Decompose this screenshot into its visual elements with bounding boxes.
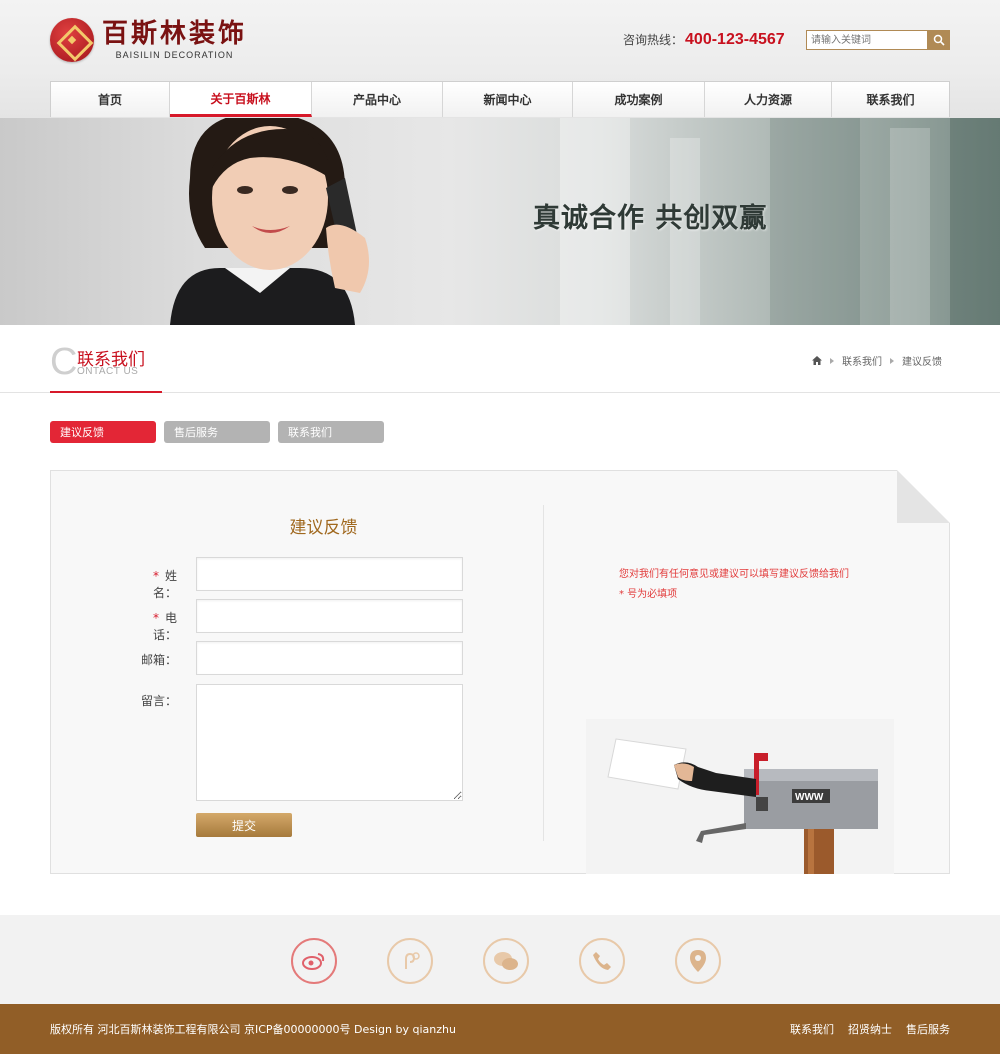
section-c-ornament-icon: C — [50, 341, 78, 383]
required-note: * 号为必填项 — [619, 589, 678, 600]
phone-label: * 电话： — [152, 611, 177, 642]
mailbox-label: WWW — [795, 792, 824, 803]
nav-item-home[interactable]: 首页 — [51, 82, 170, 117]
tab-contact[interactable]: 联系我们 — [278, 421, 384, 443]
submit-button[interactable]: 提交 — [196, 813, 292, 837]
search-icon — [933, 34, 945, 46]
phone-icon[interactable] — [579, 938, 625, 984]
hotline-number: 400-123-4567 — [685, 31, 785, 48]
nav-item-hr[interactable]: 人力资源 — [705, 82, 832, 117]
breadcrumb-arrow-icon — [890, 357, 894, 364]
nav-item-cases[interactable]: 成功案例 — [573, 82, 705, 117]
brand-name-cn: 百斯林装饰 — [102, 19, 248, 49]
tab-after-sales[interactable]: 售后服务 — [164, 421, 270, 443]
mailbox-illustration: WWW — [586, 719, 894, 874]
hotline: 咨询热线： 400-123-4567 — [623, 31, 785, 49]
feedback-panel: 建议反馈 * 姓名： * 电话： 邮箱： 留言： 提交 您对我们有任何意见或建议可以… — [50, 470, 950, 874]
footer-link-after-sales[interactable]: 售后服务 — [906, 1021, 950, 1037]
logo[interactable]: 百斯林装饰 BAISILIN DECORATION — [50, 18, 247, 62]
nav-item-contact[interactable]: 联系我们 — [832, 82, 949, 117]
section-header: C 联系我们 ONTACT US 联系我们 建议反馈 — [0, 325, 1000, 393]
page-fold-corner — [897, 470, 950, 523]
location-icon[interactable] — [675, 938, 721, 984]
site-header: 百斯林装饰 BAISILIN DECORATION 咨询热线： 400-123-… — [0, 0, 1000, 118]
home-icon[interactable] — [812, 356, 822, 365]
banner-slogan: 真诚合作 共创双赢 — [533, 203, 768, 234]
email-field[interactable] — [196, 641, 463, 675]
nav-item-about[interactable]: 关于百斯林 — [170, 82, 312, 117]
name-label: * 姓名： — [152, 569, 177, 600]
footer-links: 联系我们 招贤纳士 售后服务 — [776, 1021, 950, 1037]
form-title: 建议反馈 — [289, 518, 358, 538]
breadcrumb-item-current: 建议反馈 — [902, 357, 942, 368]
phone-field[interactable] — [196, 599, 463, 633]
message-textarea[interactable] — [196, 684, 463, 801]
panel-divider — [543, 505, 544, 841]
search-button[interactable] — [928, 30, 950, 50]
hero-banner: 真诚合作 共创双赢 — [0, 118, 1000, 325]
breadcrumb-arrow-icon — [830, 357, 834, 364]
tab-feedback[interactable]: 建议反馈 — [50, 421, 156, 443]
hotline-label: 咨询热线： — [623, 33, 684, 47]
nav-item-news[interactable]: 新闻中心 — [443, 82, 573, 117]
qq-icon[interactable] — [387, 938, 433, 984]
brand-name-en: BAISILIN DECORATION — [115, 50, 234, 60]
email-label: 邮箱： — [140, 653, 177, 667]
subtabs: 建议反馈 售后服务 联系我们 — [50, 421, 392, 443]
main-nav: 首页 关于百斯林 产品中心 新闻中心 成功案例 人力资源 联系我们 — [50, 81, 950, 117]
search-input[interactable] — [806, 30, 928, 50]
footer-link-careers[interactable]: 招贤纳士 — [848, 1021, 892, 1037]
section-subtitle: ONTACT US — [77, 366, 139, 377]
social-icons-bar — [0, 915, 1000, 1004]
message-label: 留言： — [140, 694, 177, 708]
copyright-text: 版权所有 河北百斯林装饰工程有限公司 京ICP备00000000号 Design… — [50, 1023, 456, 1036]
breadcrumb: 联系我们 建议反馈 — [812, 353, 942, 368]
logo-mark-icon — [50, 18, 94, 62]
feedback-notice: 您对我们有任何意见或建议可以填写建议反馈给我们 * 号为必填项 — [619, 565, 849, 605]
nav-item-products[interactable]: 产品中心 — [312, 82, 443, 117]
breadcrumb-item[interactable]: 联系我们 — [842, 353, 882, 368]
notice-line: 您对我们有任何意见或建议可以填写建议反馈给我们 — [619, 569, 849, 580]
footer: 版权所有 河北百斯林装饰工程有限公司 京ICP备00000000号 Design… — [0, 1004, 1000, 1054]
woman-on-phone-image — [170, 118, 369, 325]
search-box — [806, 30, 950, 50]
name-field[interactable] — [196, 557, 463, 591]
weibo-icon[interactable] — [291, 938, 337, 984]
footer-link-contact[interactable]: 联系我们 — [790, 1021, 834, 1037]
wechat-icon[interactable] — [483, 938, 529, 984]
